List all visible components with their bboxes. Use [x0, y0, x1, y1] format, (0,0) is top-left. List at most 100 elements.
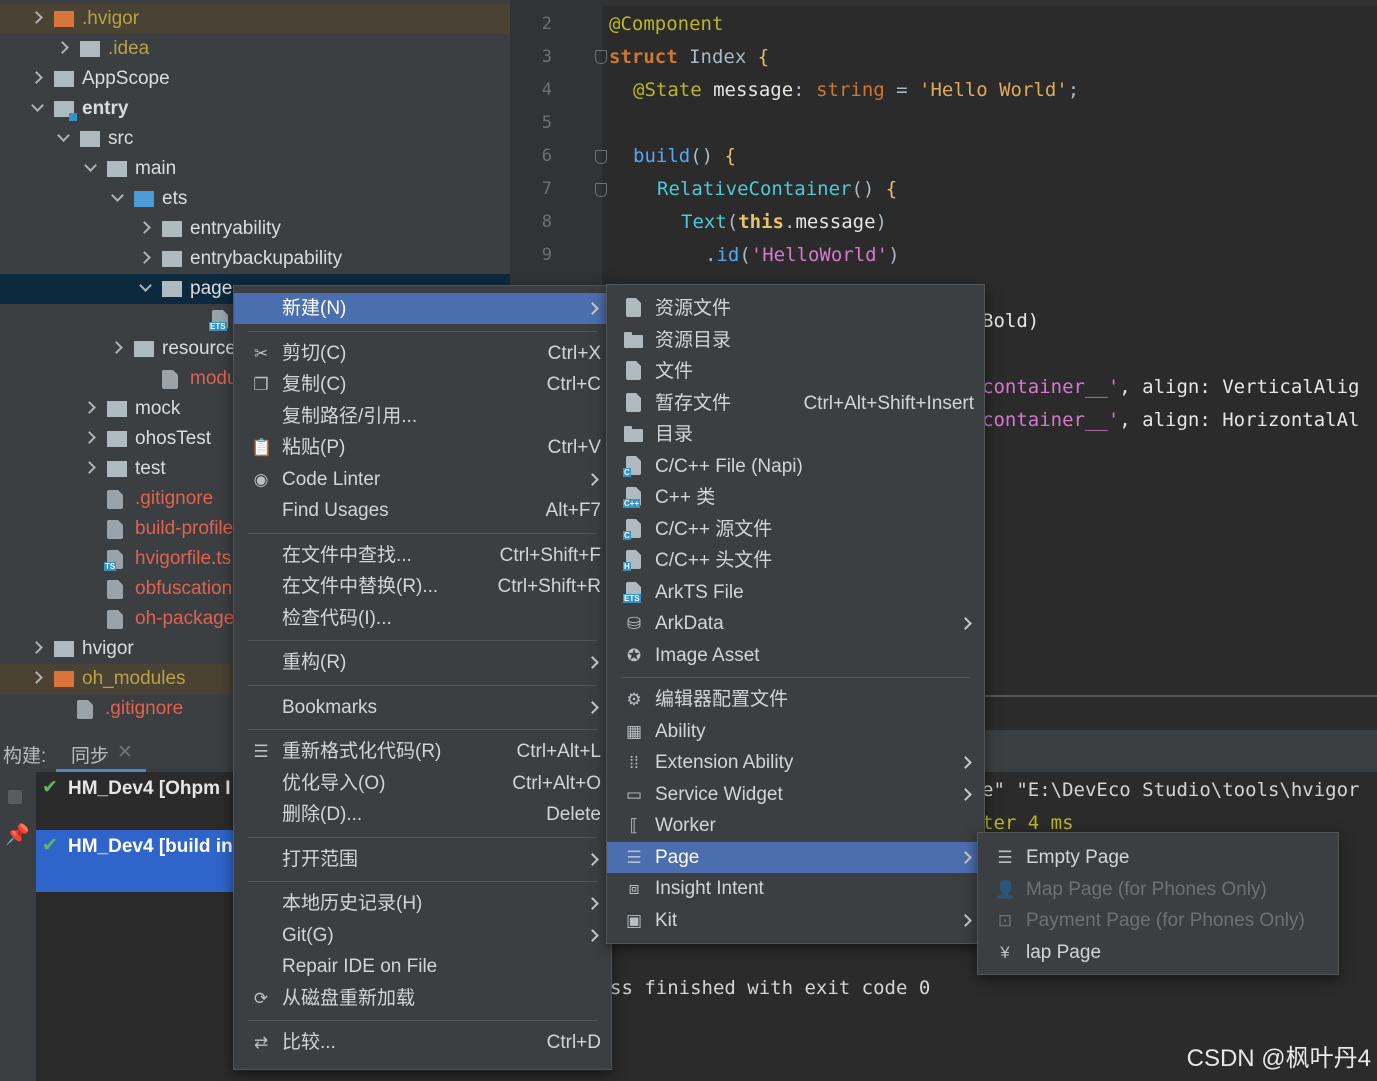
- tree-item[interactable]: ets: [0, 184, 510, 214]
- menu-item[interactable]: ❐ 复制(C) Ctrl+C: [234, 369, 611, 400]
- file-icon: [107, 610, 123, 629]
- menu-item[interactable]: Repair IDE on File: [234, 951, 611, 982]
- fold-marker-icon[interactable]: [595, 183, 607, 197]
- folder-icon: [54, 671, 74, 687]
- map-page-icon: 👤: [995, 879, 1017, 899]
- tree-item[interactable]: entrybackupability: [0, 244, 510, 274]
- menu-item[interactable]: 新建(N): [234, 293, 611, 324]
- build-side-toolbar: 📌: [0, 772, 36, 1081]
- menu-item[interactable]: ☰ Page: [607, 841, 984, 873]
- menu-item[interactable]: 在文件中替换(R)... Ctrl+Shift+R: [234, 571, 611, 602]
- chevron-down-icon[interactable]: [112, 193, 122, 203]
- chevron-right-icon[interactable]: [112, 343, 122, 353]
- menu-item[interactable]: ▦ Ability: [607, 716, 984, 747]
- menu-item[interactable]: 本地历史记录(H): [234, 888, 611, 919]
- menu-item[interactable]: 暂存文件 Ctrl+Alt+Shift+Insert: [607, 388, 984, 419]
- chevron-right-icon: [959, 787, 972, 801]
- close-icon[interactable]: ✕: [117, 741, 133, 764]
- menu-item[interactable]: H C/C++ 头文件: [607, 545, 984, 576]
- menu-item[interactable]: 资源文件: [607, 293, 984, 324]
- menu-item-label: 重构(R): [282, 652, 347, 673]
- menu-item-label: C/C++ 源文件: [655, 518, 773, 540]
- tree-item[interactable]: .idea: [0, 34, 510, 64]
- menu-item[interactable]: ▣ Kit: [607, 905, 984, 936]
- menu-item[interactable]: ⧈ Insight Intent: [607, 873, 984, 904]
- tree-item[interactable]: entry: [0, 94, 510, 124]
- chevron-right-icon[interactable]: [85, 403, 95, 413]
- menu-item[interactable]: ETS ArkTS File: [607, 577, 984, 608]
- menu-item[interactable]: Git(G): [234, 920, 611, 951]
- line-number: 8: [541, 212, 552, 232]
- chevron-down-icon[interactable]: [140, 283, 150, 293]
- pin-icon[interactable]: 📌: [5, 822, 30, 847]
- context-menu: 新建(N) ✂ 剪切(C) Ctrl+X ❐ 复制(C) Ctrl+C 复制路径/引用... 📋…: [233, 285, 612, 1070]
- menu-item[interactable]: 在文件中查找... Ctrl+Shift+F: [234, 540, 611, 571]
- chevron-right-icon[interactable]: [85, 463, 95, 473]
- fold-marker-icon[interactable]: [595, 50, 607, 64]
- menu-item-label: 从磁盘重新加载: [282, 987, 416, 1009]
- tab-sync[interactable]: 同步 ✕: [56, 730, 146, 772]
- chevron-right-icon[interactable]: [140, 253, 150, 263]
- menu-item[interactable]: ⇄ 比较... Ctrl+D: [234, 1027, 611, 1058]
- menu-item-label: Image Asset: [655, 644, 760, 666]
- chevron-right-icon[interactable]: [140, 223, 150, 233]
- chevron-right-icon[interactable]: [32, 73, 42, 83]
- tree-item[interactable]: .hvigor: [0, 4, 510, 34]
- menu-item-label: 复制(C): [282, 374, 347, 395]
- menu-item[interactable]: C C/C++ 源文件: [607, 514, 984, 545]
- menu-item[interactable]: ☰ Empty Page: [978, 842, 1338, 873]
- menu-item[interactable]: ✪ Image Asset: [607, 640, 984, 671]
- reformat-icon: ☰: [253, 742, 269, 761]
- tree-item[interactable]: src: [0, 124, 510, 154]
- menu-separator: [248, 532, 597, 534]
- menu-item[interactable]: 打开范围: [234, 844, 611, 875]
- widget-icon: ▭: [625, 784, 643, 804]
- menu-item[interactable]: 文件: [607, 356, 984, 387]
- chevron-down-icon[interactable]: [32, 103, 42, 113]
- chevron-down-icon[interactable]: [85, 163, 95, 173]
- chevron-right-icon[interactable]: [32, 643, 42, 653]
- menu-item[interactable]: 复制路径/引用...: [234, 401, 611, 432]
- menu-item[interactable]: ¥ lap Page: [978, 937, 1338, 968]
- chevron-down-icon[interactable]: [58, 133, 68, 143]
- chevron-right-icon[interactable]: [85, 433, 95, 443]
- tree-item[interactable]: AppScope: [0, 64, 510, 94]
- menu-item[interactable]: 删除(D)... Delete: [234, 799, 611, 830]
- menu-item[interactable]: ✂ 剪切(C) Ctrl+X: [234, 338, 611, 369]
- chevron-right-icon[interactable]: [58, 43, 68, 53]
- menu-item[interactable]: C C/C++ File (Napi): [607, 451, 984, 482]
- menu-item-shortcut: Ctrl+C: [546, 374, 601, 395]
- tree-item[interactable]: entryability: [0, 214, 510, 244]
- chevron-right-icon: [959, 913, 972, 927]
- menu-item[interactable]: 资源目录: [607, 325, 984, 356]
- folder-icon: [162, 221, 182, 237]
- fold-marker-icon[interactable]: [595, 150, 607, 164]
- menu-item-label: ArkTS File: [655, 581, 744, 603]
- menu-item[interactable]: ▭ Service Widget: [607, 779, 984, 810]
- tree-item-label: ets: [162, 188, 188, 209]
- menu-item[interactable]: 目录: [607, 419, 984, 450]
- menu-item[interactable]: 重构(R): [234, 647, 611, 678]
- chevron-right-icon[interactable]: [32, 673, 42, 683]
- menu-item[interactable]: ⚙ 编辑器配置文件: [607, 684, 984, 715]
- tree-item[interactable]: main: [0, 154, 510, 184]
- chevron-right-icon[interactable]: [32, 13, 42, 23]
- menu-item[interactable]: ☰ 重新格式化代码(R) Ctrl+Alt+L: [234, 736, 611, 767]
- menu-item[interactable]: ⟦ Worker: [607, 810, 984, 841]
- menu-item[interactable]: Bookmarks: [234, 692, 611, 723]
- menu-item[interactable]: ⛁ ArkData: [607, 608, 984, 639]
- chevron-right-icon: [586, 302, 599, 315]
- menu-item[interactable]: Find Usages Alt+F7: [234, 495, 611, 526]
- menu-item[interactable]: C++ C++ 类: [607, 482, 984, 513]
- menu-item[interactable]: 📋 粘贴(P) Ctrl+V: [234, 432, 611, 463]
- build-item[interactable]: ✔ HM_Dev4 [Ohpm I: [36, 772, 236, 806]
- arkts-file-icon: ETS: [623, 581, 641, 603]
- menu-item[interactable]: ⁞⁞ Extension Ability: [607, 747, 984, 778]
- menu-item[interactable]: ◉ Code Linter: [234, 464, 611, 495]
- menu-item[interactable]: ⟳ 从磁盘重新加载: [234, 983, 611, 1014]
- console-line: ss finished with exit code 0: [610, 977, 931, 999]
- menu-item[interactable]: 优化导入(O) Ctrl+Alt+O: [234, 768, 611, 799]
- stop-icon[interactable]: [8, 790, 22, 804]
- menu-item[interactable]: 检查代码(I)...: [234, 603, 611, 634]
- build-item[interactable]: ✔ HM_Dev4 [build in: [36, 830, 236, 892]
